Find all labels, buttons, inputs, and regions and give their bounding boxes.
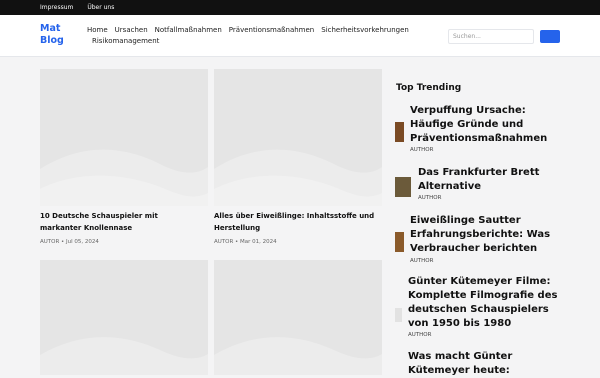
nav-item-sicherheitsvorkehrungen[interactable]: Sicherheitsvorkehrungen <box>321 26 409 34</box>
trending-meta: AUTHOR <box>408 332 432 338</box>
placeholder-wave-icon <box>40 149 208 206</box>
trending-meta: AUTHOR <box>418 195 442 201</box>
placeholder-wave-icon <box>40 337 208 375</box>
placeholder-wave-icon <box>214 337 382 375</box>
post-meta: AUTOR • Jul 05, 2024 <box>40 239 99 245</box>
post-thumbnail[interactable] <box>214 260 382 375</box>
post-title[interactable]: Alles über Eiweißlinge: Inhaltsstoffe un… <box>214 210 382 234</box>
post-thumbnail[interactable] <box>40 69 208 206</box>
top-trending-heading: Top Trending <box>396 83 462 93</box>
post-thumbnail[interactable] <box>40 260 208 375</box>
trending-thumbnail[interactable] <box>395 308 402 322</box>
post-title[interactable]: 10 Deutsche Schauspieler mit markanter K… <box>40 210 200 234</box>
trending-meta: AUTHOR <box>410 147 434 153</box>
search-button[interactable] <box>540 30 560 43</box>
impressum-link[interactable]: Impressum <box>40 4 73 11</box>
about-link[interactable]: Über uns <box>87 4 114 11</box>
main-nav: Home Ursachen Notfallmaßnahmen Präventionsm… <box>87 25 417 47</box>
nav-item-risikomanagement[interactable]: Risikomanagement <box>92 37 159 45</box>
site-logo[interactable]: Mat Blog <box>40 23 80 47</box>
trending-title[interactable]: Was macht Günter Kütemeyer heute: <box>408 350 518 378</box>
trending-thumbnail[interactable] <box>395 177 411 197</box>
placeholder-wave-icon <box>214 149 382 206</box>
nav-item-ursachen[interactable]: Ursachen <box>115 26 148 34</box>
nav-item-praeventionsmassnahmen[interactable]: Präventionsmaßnahmen <box>229 26 314 34</box>
post-thumbnail[interactable] <box>214 69 382 206</box>
top-bar: Impressum Über uns <box>0 0 600 15</box>
trending-thumbnail[interactable] <box>395 232 404 252</box>
trending-title[interactable]: Verpuffung Ursache: Häufige Gründe und P… <box>410 104 560 146</box>
trending-thumbnail[interactable] <box>395 122 404 142</box>
trending-title[interactable]: Günter Kütemeyer Filme: Komplette Filmog… <box>408 275 563 331</box>
nav-item-notfallmassnahmen[interactable]: Notfallmaßnahmen <box>155 26 222 34</box>
trending-meta: AUTHOR <box>410 258 434 264</box>
post-meta: AUTOR • Mar 01, 2024 <box>214 239 277 245</box>
trending-title[interactable]: Das Frankfurter Brett Alternative <box>418 166 568 194</box>
nav-item-home[interactable]: Home <box>87 26 108 34</box>
trending-title[interactable]: Eiweißlinge Sautter Erfahrungsberichte: … <box>410 214 560 256</box>
search-input[interactable]: Suchen... <box>448 29 534 44</box>
